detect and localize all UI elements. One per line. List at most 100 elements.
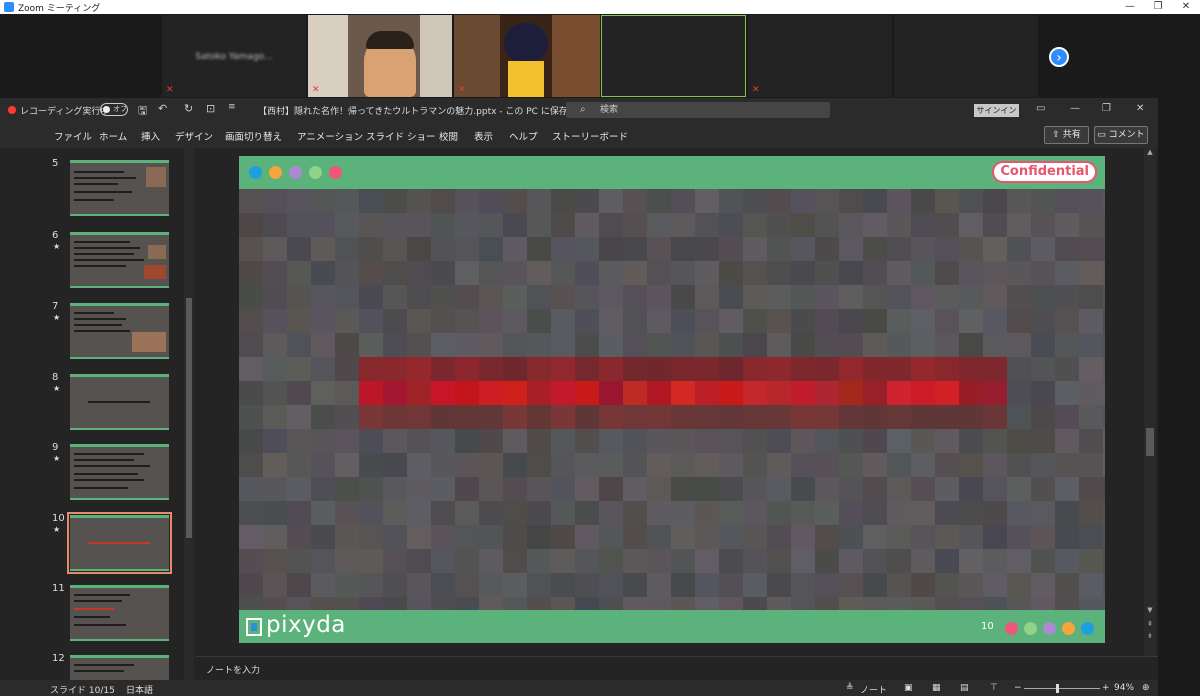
thumbnails-scrollbar[interactable]	[184, 148, 194, 680]
restore-icon[interactable]: ❐	[1102, 103, 1111, 114]
mosaic-pixel	[863, 453, 887, 477]
comment-button[interactable]: ▭ コメント	[1094, 126, 1148, 144]
search-box[interactable]: ⌕ 検索	[566, 102, 830, 118]
current-slide[interactable]: Confidential pixyda 10	[239, 156, 1105, 643]
mosaic-pixel	[791, 309, 815, 333]
slide-sorter-icon[interactable]: ▦	[932, 683, 941, 693]
tab-design[interactable]: デザイン	[175, 129, 213, 143]
mosaic-pixel	[431, 453, 455, 477]
slide-thumbnail-6[interactable]	[70, 232, 169, 288]
slide-thumbnail-7[interactable]	[70, 303, 169, 359]
tab-slideshow[interactable]: スライド ショー	[366, 129, 436, 143]
notes-pane[interactable]: ノートを入力	[196, 656, 1158, 680]
mosaic-pixel	[695, 501, 719, 525]
tab-storyboard[interactable]: ストーリーボード	[552, 129, 628, 143]
present-icon[interactable]: ⊡	[206, 102, 215, 115]
mosaic-pixel	[671, 189, 695, 213]
mosaic-pixel	[887, 453, 911, 477]
tab-view[interactable]: 表示	[474, 129, 493, 143]
close-icon[interactable]: ✕	[1172, 0, 1200, 14]
fit-to-window-icon[interactable]: ⊕	[1142, 683, 1150, 693]
mosaic-pixel	[335, 213, 359, 237]
zoom-in-icon[interactable]: +	[1102, 683, 1110, 693]
minimize-icon[interactable]: —	[1070, 103, 1080, 114]
scrollbar-thumb[interactable]	[1146, 428, 1154, 456]
slide-thumbnail-12[interactable]	[70, 655, 169, 680]
signin-button[interactable]: サインイン	[974, 104, 1019, 117]
mosaic-pixel	[935, 549, 959, 573]
thumbnail-text-line	[74, 183, 118, 185]
redo-icon[interactable]: ↻	[184, 102, 193, 115]
thumbnail-text-line	[74, 616, 110, 618]
mosaic-pixel	[1031, 237, 1055, 261]
mosaic-pixel	[287, 573, 311, 597]
next-page-arrow-icon[interactable]: ›	[1049, 47, 1069, 67]
previous-slide-icon[interactable]: ⇞	[1144, 620, 1156, 628]
notes-button[interactable]: ノート	[860, 683, 887, 696]
normal-view-icon[interactable]: ▣	[904, 683, 913, 693]
mosaic-pixel	[551, 381, 575, 405]
participant-video-tile[interactable]	[308, 15, 452, 97]
share-button[interactable]: ⇪ 共有	[1044, 126, 1089, 144]
mosaic-pixel	[383, 309, 407, 333]
ribbon-display-icon[interactable]: ▭	[1036, 103, 1045, 114]
mosaic-pixel	[1007, 453, 1031, 477]
next-slide-icon[interactable]: ⇟	[1144, 632, 1156, 640]
mosaic-pixel	[383, 525, 407, 549]
mosaic-pixel	[1007, 405, 1031, 429]
save-icon[interactable]: 🖫	[138, 102, 147, 121]
notes-toggle-icon[interactable]: ≜	[846, 683, 854, 693]
editor-scrollbar[interactable]: ▲ ▼ ⇞ ⇟	[1144, 148, 1156, 656]
slide-thumbnail-5[interactable]	[70, 160, 169, 216]
zoom-out-icon[interactable]: −	[1014, 683, 1022, 693]
tab-review[interactable]: 校閲	[439, 129, 458, 143]
document-title[interactable]: 【西村】隠れた名作！帰ってきたウルトラマンの魅力.pptx - この PC に保…	[258, 104, 596, 117]
scroll-up-icon[interactable]: ▲	[1144, 148, 1156, 156]
reading-view-icon[interactable]: ▤	[960, 683, 969, 693]
participant-tile-active-speaker[interactable]	[601, 15, 746, 97]
mosaic-pixel	[479, 453, 503, 477]
mosaic-pixel	[263, 525, 287, 549]
mosaic-pixel	[863, 261, 887, 285]
mosaic-pixel	[911, 333, 935, 357]
undo-icon[interactable]: ↶	[158, 102, 167, 115]
mosaic-pixel	[1103, 525, 1105, 549]
header-dot	[269, 166, 282, 179]
mosaic-pixel	[647, 573, 671, 597]
zoom-level[interactable]: 94%	[1114, 683, 1134, 693]
slide-thumbnail-8[interactable]	[70, 374, 169, 430]
tab-animations[interactable]: アニメーション	[297, 129, 363, 143]
tab-insert[interactable]: 挿入	[141, 129, 160, 143]
mosaic-pixel	[1055, 333, 1079, 357]
mosaic-pixel	[527, 429, 551, 453]
tab-home[interactable]: ホーム	[99, 129, 127, 143]
participant-tile[interactable]	[894, 15, 1038, 97]
customize-qat-icon[interactable]: ≡	[228, 102, 236, 112]
slide-thumbnail-9[interactable]	[70, 444, 169, 500]
mosaic-pixel	[983, 309, 1007, 333]
slide-thumbnail-10[interactable]	[67, 512, 172, 574]
close-icon[interactable]: ✕	[1136, 103, 1144, 114]
participant-avatar-tile[interactable]	[454, 15, 600, 97]
zoom-slider-thumb[interactable]	[1056, 684, 1059, 693]
mosaic-pixel	[959, 213, 983, 237]
zoom-slider[interactable]	[1024, 684, 1100, 693]
scrollbar-thumb[interactable]	[186, 298, 192, 538]
mosaic-pixel	[911, 477, 935, 501]
participant-tile[interactable]	[748, 15, 892, 97]
tab-transitions[interactable]: 画面切り替え	[225, 129, 282, 143]
maximize-icon[interactable]: ❐	[1144, 0, 1172, 14]
mosaic-pixel	[719, 549, 743, 573]
slide-thumbnail-11[interactable]	[70, 585, 169, 641]
minimize-icon[interactable]: —	[1116, 0, 1144, 14]
tab-file[interactable]: ファイル	[54, 129, 92, 143]
participant-tile[interactable]: Satoko Yamago...	[162, 15, 306, 97]
tab-help[interactable]: ヘルプ	[509, 129, 538, 143]
scroll-down-icon[interactable]: ▼	[1144, 606, 1156, 614]
slideshow-icon[interactable]: ⊤	[990, 683, 998, 693]
language-indicator[interactable]: 日本語	[126, 683, 153, 696]
mosaic-pixel	[311, 381, 335, 405]
mosaic-pixel	[863, 405, 887, 429]
mosaic-pixel	[335, 381, 359, 405]
autosave-toggle[interactable]: オフ	[100, 103, 128, 116]
